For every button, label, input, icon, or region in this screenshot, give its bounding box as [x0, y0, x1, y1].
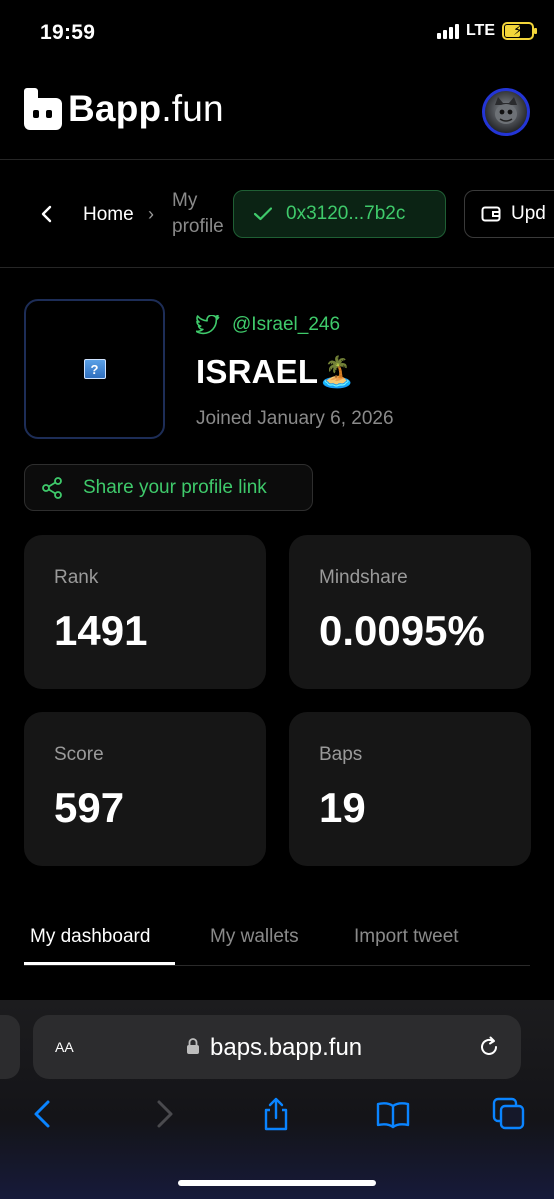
mindshare-value: 0.0095% — [319, 607, 485, 654]
share-profile-button[interactable]: Share your profile link — [24, 464, 313, 511]
bookmarks-icon[interactable] — [375, 1096, 411, 1132]
breadcrumb-current: My profile — [172, 190, 224, 237]
bapp-logo-icon — [24, 88, 62, 130]
rank-card: Rank 1491 — [24, 535, 266, 689]
profile-tabs: My dashboard My wallets Import tweet — [24, 912, 530, 966]
back-chevron-icon[interactable] — [36, 202, 58, 226]
browser-back-icon[interactable] — [26, 1096, 62, 1132]
broken-image-icon: ? — [83, 359, 106, 379]
browser-forward-icon[interactable] — [145, 1096, 181, 1132]
share-icon — [42, 476, 62, 499]
previous-tab-peek[interactable] — [0, 1015, 20, 1079]
active-tab-indicator — [24, 962, 175, 965]
signal-icon — [436, 23, 459, 39]
update-wallet-button[interactable]: Upd — [464, 190, 554, 238]
reload-icon[interactable] — [477, 1035, 501, 1059]
text-size-button[interactable]: AA — [55, 1035, 74, 1058]
share-profile-label: Share your profile link — [83, 476, 267, 498]
rank-label: Rank — [54, 567, 99, 588]
home-indicator — [178, 1180, 376, 1186]
tabs-overview-icon[interactable] — [491, 1096, 527, 1132]
mindshare-label: Mindshare — [319, 567, 408, 588]
tab-my-wallets[interactable]: My wallets — [210, 926, 299, 948]
logo-text: Bapp.fun — [68, 88, 224, 129]
twitter-icon — [196, 315, 220, 335]
battery-charging-icon: ⚡ — [502, 22, 537, 40]
user-avatar[interactable] — [482, 88, 530, 136]
wallet-address: 0x3120...7b2c — [286, 203, 406, 224]
status-indicators: LTE ⚡ — [436, 22, 537, 40]
update-wallet-label: Upd — [511, 203, 546, 224]
baps-label: Baps — [319, 744, 363, 765]
profile-picture: ? — [24, 299, 165, 439]
network-label: LTE — [465, 22, 495, 39]
island-emoji: 🏝️ — [318, 355, 356, 389]
baps-value: 19 — [319, 784, 366, 831]
address-bar[interactable]: AA baps.bapp.fun — [33, 1015, 521, 1079]
baps-card: Baps 19 — [289, 712, 531, 866]
lock-icon — [187, 1038, 199, 1054]
app-header: Bapp.fun — [0, 64, 554, 160]
logo[interactable]: Bapp.fun — [24, 88, 224, 130]
breadcrumb-home-link[interactable]: Home — [83, 204, 134, 226]
tab-import-tweet[interactable]: Import tweet — [354, 926, 459, 948]
wallet-icon — [481, 206, 501, 222]
breadcrumb: Home › My profile 0x3120...7b2c Upd — [0, 160, 554, 268]
status-bar: 19:59 LTE ⚡ — [0, 0, 554, 64]
score-value: 597 — [54, 784, 125, 831]
share-sheet-icon[interactable] — [258, 1096, 294, 1132]
status-time: 19:59 — [40, 21, 96, 44]
breadcrumb-separator: › — [148, 204, 154, 224]
check-icon — [254, 207, 272, 221]
tab-my-dashboard[interactable]: My dashboard — [30, 926, 150, 948]
twitter-handle: @Israel_246 — [232, 314, 341, 335]
twitter-handle-link[interactable]: @Israel_246 — [196, 314, 340, 336]
cat-avatar-icon — [495, 97, 517, 124]
joined-date: Joined January 6, 2026 — [196, 408, 394, 429]
score-label: Score — [54, 744, 104, 765]
mindshare-card: Mindshare 0.0095% — [289, 535, 531, 689]
rank-value: 1491 — [54, 607, 148, 654]
connected-wallet-chip[interactable]: 0x3120...7b2c — [233, 190, 446, 238]
score-card: Score 597 — [24, 712, 266, 866]
url-text: baps.bapp.fun — [210, 1034, 363, 1061]
browser-toolbar: AA baps.bapp.fun — [0, 1000, 554, 1199]
profile-name: ISRAEL 🏝️ — [196, 353, 356, 390]
